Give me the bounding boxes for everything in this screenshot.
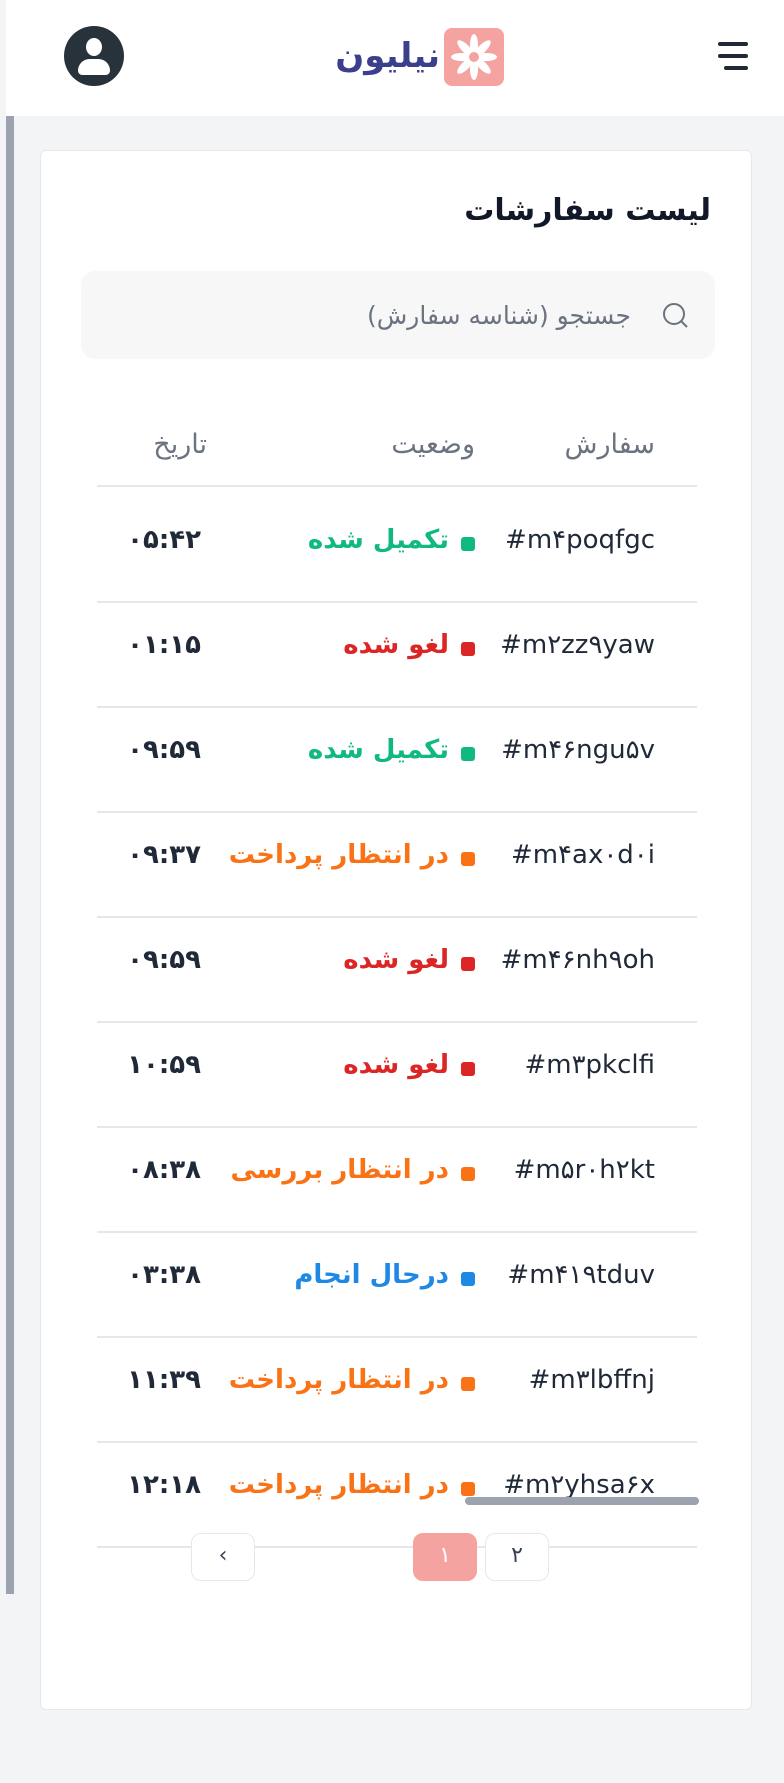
status-badge: تکمیل شده (307, 525, 449, 555)
table-horizontal-scrollbar[interactable] (465, 1497, 699, 1505)
page-title: لیست سفارشات (464, 193, 711, 228)
order-date: ۱۱:۳۹ (127, 1365, 201, 1395)
status-badge: در انتظار پرداخت (228, 1470, 449, 1500)
status-badge: در انتظار پرداخت (228, 840, 449, 870)
table-row[interactable]: #m۵r۰h۲kt در انتظار بررسی ۰۸:۳۸ (97, 1119, 697, 1233)
user-avatar-icon[interactable] (64, 26, 124, 86)
table-row[interactable]: #m۳lbffnj در انتظار پرداخت ۱۱:۳۹ (97, 1329, 697, 1443)
status-badge: در انتظار بررسی (230, 1155, 449, 1185)
status-indicator-icon (461, 1272, 475, 1286)
status-indicator-icon (461, 852, 475, 866)
table-row[interactable]: #m۴۱۹tduv درحال انجام ۰۳:۳۸ (97, 1224, 697, 1338)
column-header-order[interactable]: سفارش (564, 429, 655, 460)
order-id[interactable]: #m۲zz۹yaw (500, 630, 655, 660)
table-row[interactable]: #m۳pkclfi لغو شده ۱۰:۵۹ (97, 1014, 697, 1128)
logo-text: نیلیون (335, 36, 441, 76)
status-indicator-icon (461, 1167, 475, 1181)
order-date: ۰۹:۵۹ (127, 735, 201, 765)
order-id[interactable]: #m۴۶ngu۵v (501, 735, 655, 765)
brand-logo[interactable]: نیلیون (335, 26, 508, 86)
order-date: ۰۵:۴۲ (127, 525, 201, 555)
order-date: ۰۹:۳۷ (127, 840, 201, 870)
column-header-date[interactable]: تاریخ (153, 429, 207, 460)
order-id[interactable]: #m۵r۰h۲kt (514, 1155, 655, 1185)
hamburger-menu-icon[interactable] (712, 38, 756, 74)
status-badge: در انتظار پرداخت (228, 1365, 449, 1395)
table-row[interactable]: #m۲zz۹yaw لغو شده ۰۱:۱۵ (97, 594, 697, 708)
table-row[interactable]: #m۴۶ngu۵v تکمیل شده ۰۹:۵۹ (97, 699, 697, 813)
status-indicator-icon (461, 1377, 475, 1391)
table-row[interactable]: #m۴ax۰d۰i در انتظار پرداخت ۰۹:۳۷ (97, 804, 697, 918)
order-date: ۰۸:۳۸ (127, 1155, 201, 1185)
top-navbar: نیلیون (6, 0, 784, 116)
pagination-page-current[interactable]: ۱ (413, 1533, 477, 1581)
status-indicator-icon (461, 537, 475, 551)
status-badge: تکمیل شده (307, 735, 449, 765)
table-row[interactable]: #m۴۶nh۹oh لغو شده ۰۹:۵۹ (97, 909, 697, 1023)
logo-flower-icon (444, 28, 504, 86)
order-date: ۰۳:۳۸ (127, 1260, 201, 1290)
order-id[interactable]: #m۴ax۰d۰i (511, 840, 655, 870)
status-badge: لغو شده (343, 945, 449, 975)
orders-table: سفارش وضعیت تاریخ #m۴poqfgc تکمیل شده ۰۵:۴… (97, 403, 697, 1783)
order-id[interactable]: #m۳pkclfi (524, 1050, 655, 1080)
search-input[interactable] (81, 271, 641, 359)
order-date: ۱۰:۵۹ (127, 1050, 201, 1080)
search-icon (663, 303, 688, 328)
order-id[interactable]: #m۴۱۹tduv (507, 1260, 655, 1290)
order-id[interactable]: #m۴poqfgc (505, 525, 655, 555)
order-date: ۱۲:۱۸ (127, 1470, 201, 1500)
order-id[interactable]: #m۳lbffnj (529, 1365, 655, 1395)
order-date: ۰۹:۵۹ (127, 945, 201, 975)
table-row[interactable]: #m۲yhsa۶x در انتظار پرداخت ۱۲:۱۸ (97, 1434, 697, 1548)
order-id[interactable]: #m۴۶nh۹oh (501, 945, 655, 975)
status-indicator-icon (461, 1482, 475, 1496)
status-indicator-icon (461, 642, 475, 656)
table-row[interactable]: #m۴poqfgc تکمیل شده ۰۵:۴۲ (97, 489, 697, 603)
order-id[interactable]: #m۲yhsa۶x (503, 1470, 655, 1500)
status-indicator-icon (461, 1062, 475, 1076)
status-badge: لغو شده (343, 630, 449, 660)
search-box (81, 271, 715, 359)
pagination-prev-button[interactable]: ‹ (191, 1533, 255, 1581)
status-badge: درحال انجام (294, 1260, 449, 1290)
order-date: ۰۱:۱۵ (127, 630, 201, 660)
page-scrollbar[interactable] (6, 116, 14, 1594)
status-badge: لغو شده (343, 1050, 449, 1080)
column-header-status[interactable]: وضعیت (391, 429, 475, 460)
pagination-page-next[interactable]: ۲ (485, 1533, 549, 1581)
status-indicator-icon (461, 747, 475, 761)
orders-card: لیست سفارشات سفارش وضعیت تاریخ #m۴poqfgc… (40, 150, 752, 1710)
pagination: ‹ ۱ ۲ (191, 1533, 591, 1581)
status-indicator-icon (461, 957, 475, 971)
table-header: سفارش وضعیت تاریخ (97, 403, 697, 487)
